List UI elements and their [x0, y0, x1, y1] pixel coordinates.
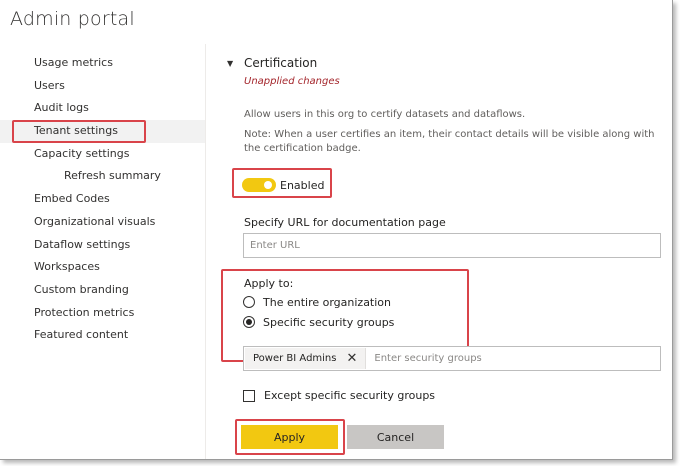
certification-section-header[interactable]: ▼ Certification	[227, 56, 667, 74]
except-groups-label: Except specific security groups	[264, 389, 436, 402]
radio-specific-security-groups[interactable]: Specific security groups	[243, 314, 394, 330]
sidebar-item-capacity-settings[interactable]: Capacity settings	[0, 143, 205, 166]
close-icon[interactable]: ✕	[346, 351, 357, 366]
sidebar-item-tenant-settings[interactable]: Tenant settings	[0, 120, 205, 143]
sidebar-item-refresh-summary[interactable]: Refresh summary	[0, 165, 205, 188]
cancel-button[interactable]: Cancel	[347, 425, 444, 449]
section-note: Note: When a user certifies an item, the…	[244, 129, 655, 154]
toggle-label: Enabled	[280, 179, 325, 192]
sidebar-nav: Usage metrics Users Audit logs Tenant se…	[0, 52, 205, 347]
sidebar-item-workspaces[interactable]: Workspaces	[0, 256, 205, 279]
certification-settings-panel: ▼ Certification Unapplied changes Allow …	[221, 56, 667, 455]
admin-portal-window: Admin portal Usage metrics Users Audit l…	[0, 0, 673, 460]
sidebar-divider	[205, 44, 206, 459]
toggle-knob	[264, 181, 272, 189]
security-groups-input[interactable]	[372, 352, 660, 365]
sidebar-item-dataflow-settings[interactable]: Dataflow settings	[0, 234, 205, 257]
section-title: Certification	[244, 56, 318, 70]
section-description: Allow users in this org to certify datas…	[244, 109, 526, 120]
page-title: Admin portal	[10, 8, 135, 30]
unapplied-changes-status: Unapplied changes	[244, 76, 340, 87]
sidebar-item-featured-content[interactable]: Featured content	[0, 324, 205, 347]
sidebar-item-usage-metrics[interactable]: Usage metrics	[0, 52, 205, 75]
sidebar-item-users[interactable]: Users	[0, 75, 205, 98]
sidebar-item-organizational-visuals[interactable]: Organizational visuals	[0, 211, 205, 234]
triangle-down-icon[interactable]: ▼	[227, 59, 233, 68]
except-groups-checkbox[interactable]	[243, 389, 255, 402]
sidebar-item-embed-codes[interactable]: Embed Codes	[0, 188, 205, 211]
chip-label: Power BI Admins	[253, 353, 337, 364]
url-field-label: Specify URL for documentation page	[244, 216, 446, 229]
sidebar-item-protection-metrics[interactable]: Protection metrics	[0, 302, 205, 325]
radio-button[interactable]	[243, 316, 255, 328]
radio-label: Specific security groups	[263, 315, 395, 329]
except-groups-checkbox-row[interactable]: Except specific security groups	[243, 389, 435, 402]
sidebar-item-custom-branding[interactable]: Custom branding	[0, 279, 205, 302]
security-groups-field[interactable]: Power BI Admins ✕	[243, 346, 661, 371]
documentation-url-input[interactable]	[243, 233, 661, 258]
apply-to-label: Apply to:	[244, 277, 294, 290]
apply-button[interactable]: Apply	[241, 425, 338, 449]
security-group-chip: Power BI Admins ✕	[245, 348, 367, 369]
radio-entire-organization[interactable]: The entire organization	[243, 294, 391, 310]
radio-label: The entire organization	[263, 295, 392, 309]
sidebar-item-audit-logs[interactable]: Audit logs	[0, 97, 205, 120]
radio-button[interactable]	[243, 296, 255, 308]
